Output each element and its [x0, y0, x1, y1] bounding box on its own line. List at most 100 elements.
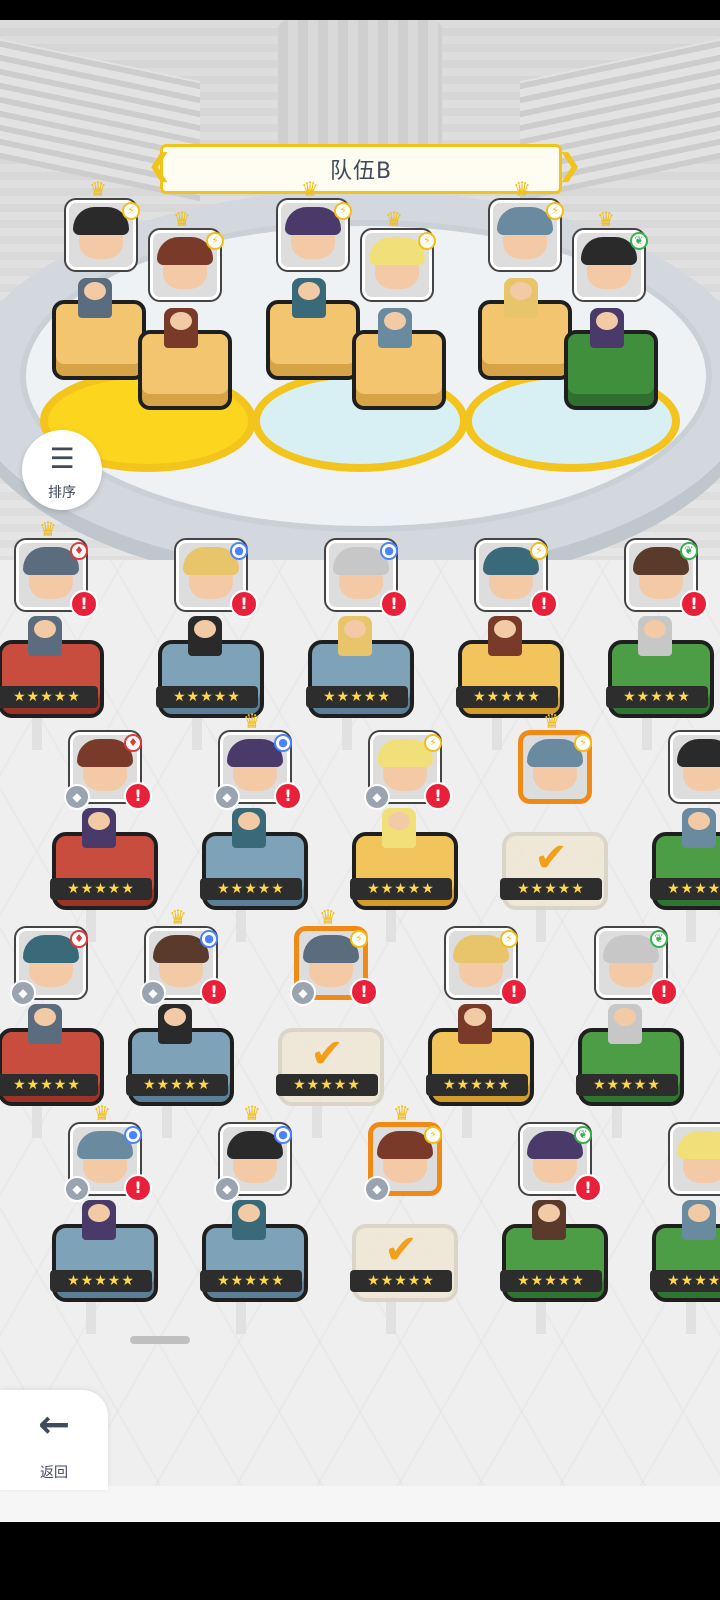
unit-sprite: [504, 278, 538, 318]
check-icon: ✔: [384, 1227, 418, 1273]
crown-icon: ♛: [89, 177, 107, 201]
portrait-hair: [369, 237, 425, 265]
water-icon: ●: [230, 542, 248, 560]
star-rating: ★★★★★: [126, 1074, 228, 1096]
unit-sprite: [382, 808, 416, 848]
portrait-hair: [677, 1131, 720, 1159]
team-title: 队伍B: [329, 159, 393, 184]
alert-icon: !: [500, 978, 528, 1006]
unit-sprite: [232, 1200, 266, 1240]
crown-icon: ♛: [319, 905, 337, 929]
sort-button[interactable]: ☰ 排序: [22, 430, 102, 510]
water-icon: ●: [124, 1126, 142, 1144]
fire-icon: ♦: [70, 542, 88, 560]
alert-icon: !: [650, 978, 678, 1006]
star-rating: ★★★★★: [456, 686, 558, 708]
water-icon: ●: [380, 542, 398, 560]
unit-portrait[interactable]: [670, 732, 720, 802]
crown-icon: ♛: [597, 207, 615, 231]
unit-sprite: [188, 616, 222, 656]
leaf-icon: ❦: [630, 232, 648, 250]
chevron-left-icon[interactable]: ❮: [147, 149, 172, 183]
star-rating: ★★★★★: [350, 878, 452, 900]
unit-sprite: [158, 1004, 192, 1044]
portrait-hair: [157, 237, 213, 265]
alert-icon: !: [424, 782, 452, 810]
star-rating: ★★★★★: [200, 878, 302, 900]
star-rating: ★★★★★: [350, 1270, 452, 1292]
lock-icon: ◆: [214, 1176, 240, 1202]
unit-sprite: [488, 616, 522, 656]
star-rating: ★★★★★: [0, 1074, 98, 1096]
scroll-handle[interactable]: [130, 1336, 190, 1344]
lock-icon: ◆: [64, 784, 90, 810]
navigation-bar: [0, 1522, 720, 1600]
star-rating: ★★★★★: [156, 686, 258, 708]
unit-sprite: [82, 1200, 116, 1240]
unit-portrait[interactable]: [670, 1124, 720, 1194]
portrait-hair: [581, 237, 637, 265]
lightning-icon: ⚡: [530, 542, 548, 560]
water-icon: ●: [200, 930, 218, 948]
crown-icon: ♛: [39, 517, 57, 541]
fire-icon: ♦: [124, 734, 142, 752]
game-screen: ❮ 队伍B ❯ ♛ ⚡ ♛ ⚡ ♛ ⚡ ♛ ⚡ ♛ ⚡ ♛ ❦ ★★★★★ ♛ ♦! ★★★★★ ●! ★★★★…: [0, 0, 720, 1600]
unit-sprite: [532, 1200, 566, 1240]
portrait-hair: [285, 207, 341, 235]
alert-icon: !: [574, 1174, 602, 1202]
bottom-area: [0, 1486, 720, 1522]
lock-icon: ◆: [364, 784, 390, 810]
alert-icon: !: [530, 590, 558, 618]
water-icon: ●: [274, 1126, 292, 1144]
unit-sprite: [28, 1004, 62, 1044]
star-rating: ★★★★★: [426, 1074, 528, 1096]
check-icon: ✔: [534, 835, 568, 881]
lock-icon: ◆: [214, 784, 240, 810]
star-rating: ★★★★★: [50, 878, 152, 900]
leaf-icon: ❦: [680, 542, 698, 560]
unit-sprite: [28, 616, 62, 656]
lock-icon: ◆: [10, 980, 36, 1006]
back-button[interactable]: ← 返回: [0, 1390, 108, 1490]
alert-icon: !: [124, 1174, 152, 1202]
lock-icon: ◆: [290, 980, 316, 1006]
lightning-icon: ⚡: [546, 202, 564, 220]
star-rating: ★★★★★: [306, 686, 408, 708]
lightning-icon: ⚡: [574, 734, 592, 752]
crown-icon: ♛: [169, 905, 187, 929]
portrait-hair: [497, 207, 553, 235]
alert-icon: !: [200, 978, 228, 1006]
star-rating: ★★★★★: [0, 686, 98, 708]
star-rating: ★★★★★: [200, 1270, 302, 1292]
unit-sprite: [292, 278, 326, 318]
star-rating: ★★★★★: [606, 686, 708, 708]
crown-icon: ♛: [393, 1101, 411, 1125]
alert-icon: !: [350, 978, 378, 1006]
crown-icon: ♛: [243, 709, 261, 733]
crown-icon: ♛: [513, 177, 531, 201]
unit-sprite: [682, 1200, 716, 1240]
lightning-icon: ⚡: [500, 930, 518, 948]
crown-icon: ♛: [301, 177, 319, 201]
back-label: 返回: [40, 1465, 68, 1481]
lightning-icon: ⚡: [418, 232, 436, 250]
lightning-icon: ⚡: [334, 202, 352, 220]
unit-sprite: [338, 616, 372, 656]
lightning-icon: ⚡: [350, 930, 368, 948]
lock-icon: ◆: [140, 980, 166, 1006]
portrait-hair: [73, 207, 129, 235]
unit-sprite: [82, 808, 116, 848]
crown-icon: ♛: [385, 207, 403, 231]
unit-sprite: [232, 808, 266, 848]
water-icon: ●: [274, 734, 292, 752]
chevron-right-icon[interactable]: ❯: [557, 149, 582, 183]
check-icon: ✔: [310, 1031, 344, 1077]
fire-icon: ♦: [70, 930, 88, 948]
star-rating: ★★★★★: [500, 878, 602, 900]
lock-icon: ◆: [364, 1176, 390, 1202]
leaf-icon: ❦: [574, 1126, 592, 1144]
alert-icon: !: [230, 590, 258, 618]
sort-label: 排序: [48, 485, 76, 501]
crown-icon: ♛: [93, 1101, 111, 1125]
team-banner[interactable]: ❮ 队伍B ❯: [147, 144, 582, 194]
